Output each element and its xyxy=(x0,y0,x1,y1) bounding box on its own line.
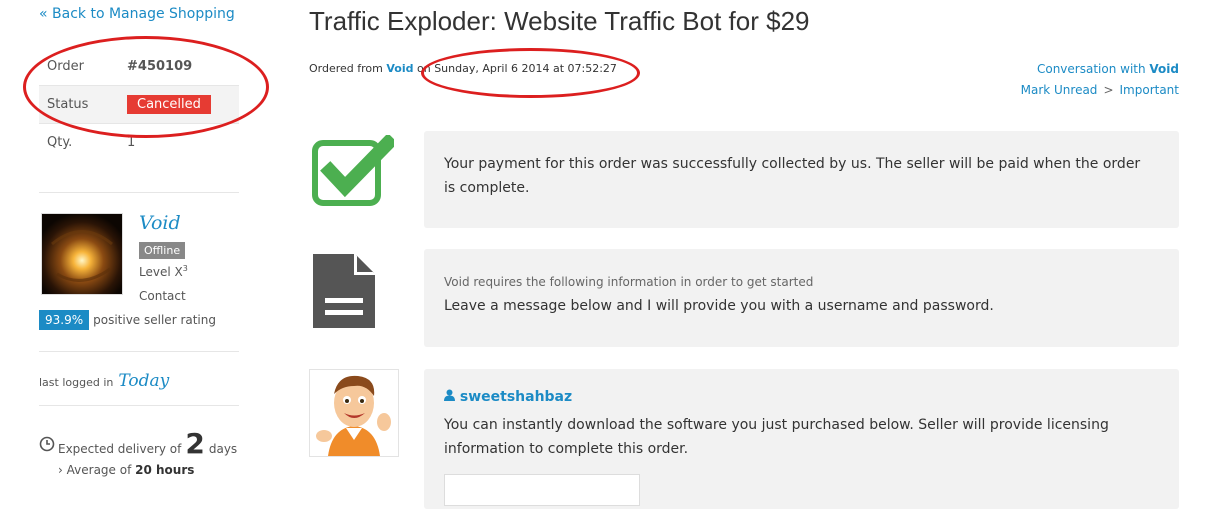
seller-level: Level X3 xyxy=(139,264,188,279)
user-message-text: You can instantly download the software … xyxy=(444,417,1109,457)
last-logged: last logged in Today xyxy=(39,371,169,391)
delivery-days: 2 xyxy=(185,427,205,460)
message-author-name: sweetshahbaz xyxy=(459,389,573,405)
section-divider xyxy=(39,192,239,193)
message-author[interactable]: sweetshahbaz xyxy=(444,389,572,405)
last-logged-value: Today xyxy=(118,371,170,391)
section-divider xyxy=(39,405,239,406)
seller-rating: 93.9% positive seller rating xyxy=(39,310,216,330)
average-value: 20 hours xyxy=(135,463,195,477)
important-link[interactable]: Important xyxy=(1120,83,1180,97)
delivery-days-label: days xyxy=(208,442,238,456)
delivery-label: Expected delivery of xyxy=(58,442,182,456)
cartoon-avatar-image xyxy=(316,375,391,456)
level-sup: 3 xyxy=(182,264,188,273)
separator: > xyxy=(1103,83,1114,97)
seller-name-link[interactable]: Void xyxy=(139,212,181,234)
checkmark-icon xyxy=(312,135,394,206)
payment-message-text: Your payment for this order was successf… xyxy=(444,156,1141,196)
message-actions: Mark Unread > Important xyxy=(1021,83,1179,97)
clock-icon xyxy=(39,436,55,451)
user-icon xyxy=(444,389,455,401)
average-delivery: › Average of 20 hours xyxy=(58,463,194,477)
seller-avatar[interactable] xyxy=(41,213,123,295)
last-logged-label: last logged in xyxy=(39,376,114,389)
chevron-right-icon: › xyxy=(58,463,63,477)
section-divider xyxy=(39,351,239,352)
annotation-ellipse xyxy=(23,36,269,138)
average-label: Average of xyxy=(66,463,132,477)
document-icon xyxy=(313,254,375,328)
mark-unread-link[interactable]: Mark Unread xyxy=(1021,83,1098,97)
contact-link[interactable]: Contact xyxy=(139,289,186,303)
requirements-text: Leave a message below and I will provide… xyxy=(444,298,994,314)
annotation-ellipse xyxy=(421,48,640,98)
avatar-image xyxy=(42,214,122,294)
user-avatar[interactable] xyxy=(309,369,399,457)
ordered-from-seller-link[interactable]: Void xyxy=(386,62,413,75)
level-label: Level X xyxy=(139,265,183,279)
requirements-subtitle: Void requires the following information … xyxy=(444,275,814,289)
conversation-link[interactable]: Conversation with Void xyxy=(1037,62,1179,76)
rating-label: positive seller rating xyxy=(93,313,216,327)
conversation-name: Void xyxy=(1149,62,1179,76)
page-title: Traffic Exploder: Website Traffic Bot fo… xyxy=(309,6,810,36)
qty-label: Qty. xyxy=(47,135,73,150)
seller-status-badge: Offline xyxy=(139,242,186,259)
conversation-prefix: Conversation with xyxy=(1036,62,1146,76)
ordered-from-prefix: Ordered from xyxy=(309,62,383,75)
expected-delivery: Expected delivery of 2 days xyxy=(39,427,237,460)
rating-percent: 93.9% xyxy=(39,310,90,330)
download-box[interactable] xyxy=(444,474,640,506)
back-to-manage-shopping-link[interactable]: « Back to Manage Shopping xyxy=(39,6,235,22)
